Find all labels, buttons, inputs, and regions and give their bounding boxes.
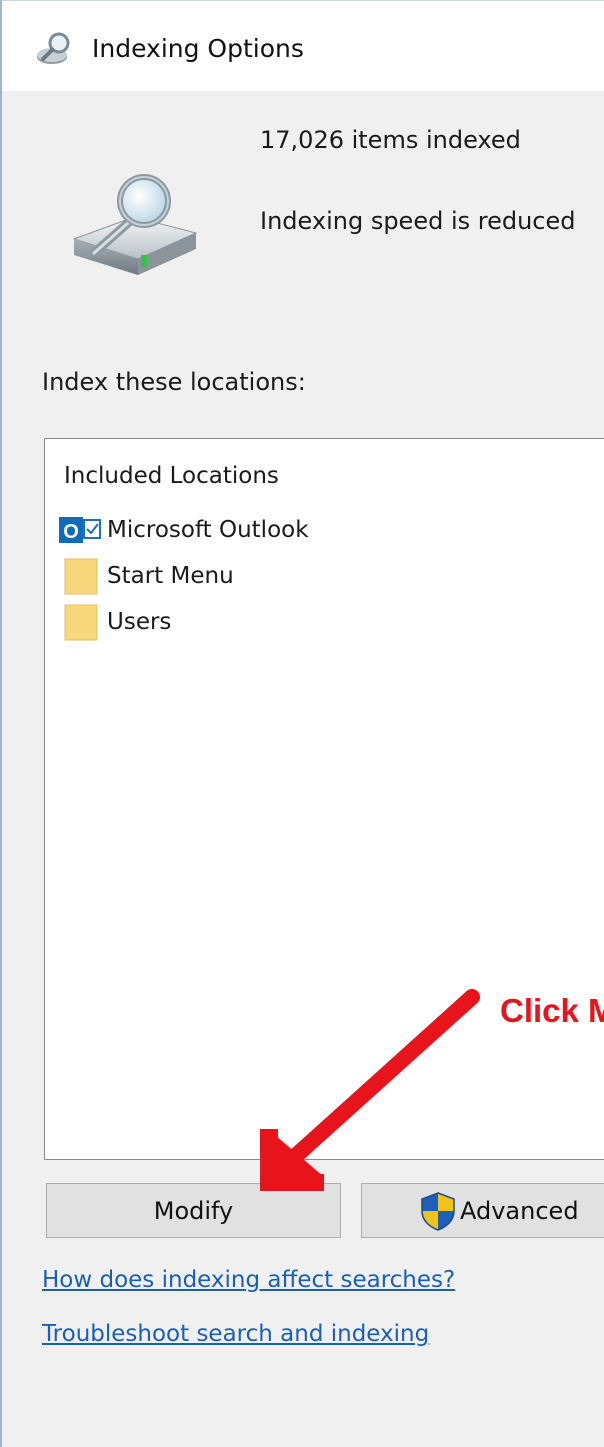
included-locations-list[interactable]: Included Locations O Microsoft Outlook S… <box>44 438 604 1160</box>
list-item-start-menu[interactable]: Start Menu <box>59 556 234 596</box>
indexing-options-window: Indexing Options 17,026 items indexed In… <box>0 0 604 1447</box>
how-indexing-affects-searches-link[interactable]: How does indexing affect searches? <box>42 1263 455 1297</box>
folder-icon <box>64 604 98 641</box>
click-modify-annotation: Click M <box>500 992 604 1029</box>
modify-button[interactable]: Modify <box>46 1183 341 1238</box>
window-title: Indexing Options <box>92 34 304 63</box>
outlook-icon: O <box>59 517 101 543</box>
svg-text:O: O <box>63 521 79 543</box>
list-item-label: Start Menu <box>107 563 234 589</box>
advanced-button-label: Advanced <box>460 1196 579 1225</box>
items-indexed-count: 17,026 items indexed <box>260 126 521 154</box>
list-item-microsoft-outlook[interactable]: O Microsoft Outlook <box>59 510 309 550</box>
list-item-label: Users <box>107 609 172 635</box>
index-locations-label: Index these locations: <box>42 368 306 396</box>
troubleshoot-search-link[interactable]: Troubleshoot search and indexing <box>42 1317 429 1351</box>
folder-icon <box>64 558 98 595</box>
title-bar[interactable]: Indexing Options <box>2 1 604 91</box>
list-item-label: Microsoft Outlook <box>107 517 309 543</box>
drive-magnifier-icon <box>72 174 198 275</box>
included-locations-header: Included Locations <box>64 463 279 489</box>
advanced-button[interactable]: Advanced <box>361 1183 604 1238</box>
indexing-speed-message: Indexing speed is reduced <box>260 207 576 235</box>
list-item-users[interactable]: Users <box>59 602 171 642</box>
indexing-magnifier-icon <box>37 32 70 64</box>
uac-shield-icon <box>421 1191 455 1231</box>
